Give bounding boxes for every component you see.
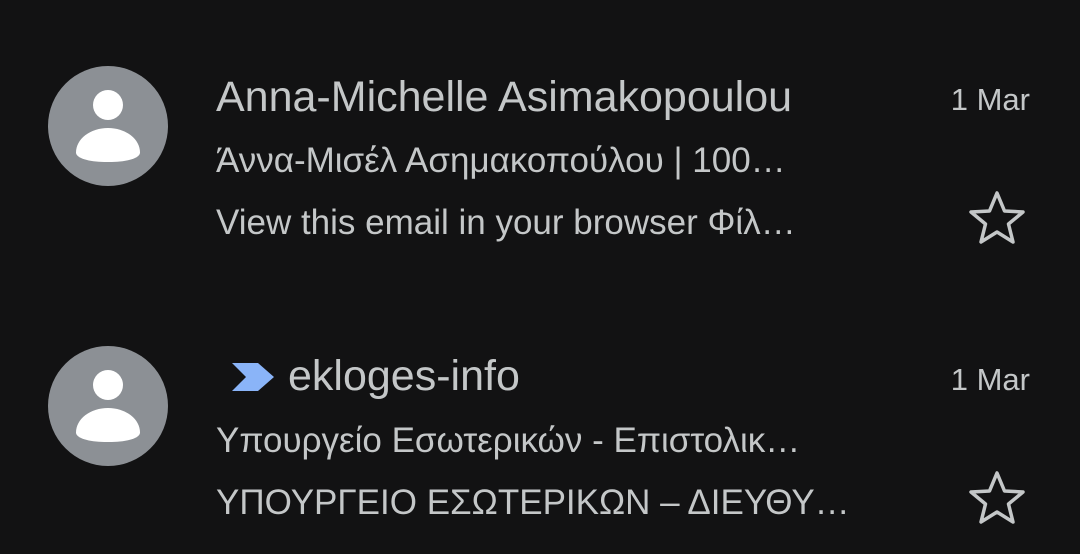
email-list: Anna-Michelle Asimakopoulou 1 Mar Άννα-Μ…	[0, 0, 1080, 554]
sender-name: Anna-Michelle Asimakopoulou	[216, 73, 793, 121]
email-date: 1 Mar	[950, 362, 1030, 397]
email-subject: Υπουργείο Εσωτερικών - Επιστολικ…	[216, 421, 801, 460]
person-icon-body	[76, 128, 140, 162]
email-snippet: ΥΠΟΥΡΓΕΙΟ ΕΣΩΤΕΡΙΚΩΝ – ΔΙΕΥΘΥ…	[216, 483, 850, 522]
person-icon-body	[76, 408, 140, 442]
important-marker-icon	[232, 363, 274, 391]
person-icon	[93, 90, 123, 120]
email-date: 1 Mar	[950, 82, 1030, 117]
sender-avatar[interactable]	[48, 66, 168, 186]
person-icon	[93, 370, 123, 400]
email-list-item[interactable]: Anna-Michelle Asimakopoulou 1 Mar Άννα-Μ…	[0, 0, 1080, 270]
star-icon[interactable]	[966, 468, 1028, 528]
star-icon[interactable]	[966, 188, 1028, 248]
sender-avatar[interactable]	[48, 346, 168, 466]
email-subject: Άννα-Μισέλ Ασημακοπούλου | 100…	[216, 141, 786, 180]
email-snippet: View this email in your browser Φίλ…	[216, 203, 796, 242]
email-list-item[interactable]: ekloges-info 1 Mar Υπουργείο Εσωτερικών …	[0, 280, 1080, 550]
sender-name: ekloges-info	[288, 352, 520, 400]
